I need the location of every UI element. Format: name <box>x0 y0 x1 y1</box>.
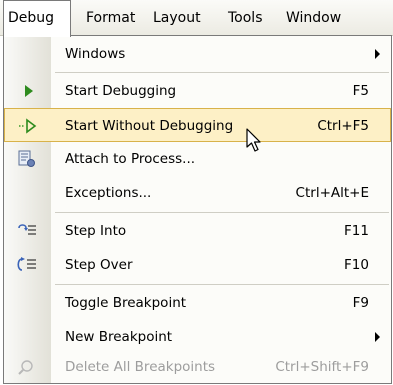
menu-item-start-without-debugging[interactable]: Start Without Debugging Ctrl+F5 <box>4 108 391 142</box>
menu-item-step-into[interactable]: Step Into F11 <box>4 214 391 248</box>
menu-tools[interactable]: Tools <box>228 0 263 36</box>
menu-item-label: Toggle Breakpoint <box>65 295 187 311</box>
menu-separator <box>55 284 389 285</box>
menu-item-shortcut: F9 <box>352 295 369 311</box>
play-icon <box>25 85 33 97</box>
menu-item-label: Delete All Breakpoints <box>65 359 216 375</box>
menu-item-shortcut: F5 <box>352 83 369 99</box>
menu-item-new-breakpoint[interactable]: New Breakpoint <box>4 320 391 354</box>
menu-item-delete-all-breakpoints: Delete All Breakpoints Ctrl+Shift+F9 <box>4 350 391 384</box>
menu-separator <box>55 212 389 213</box>
menu-format[interactable]: Format <box>86 0 135 36</box>
menu-item-shortcut: Ctrl+Alt+E <box>295 185 369 201</box>
menu-debug[interactable]: Debug <box>3 0 71 37</box>
debug-menu-dropdown: Windows Start Debugging F5 Start Without… <box>3 35 392 384</box>
menu-separator <box>55 72 389 73</box>
attach-process-icon <box>18 150 35 167</box>
menu-layout[interactable]: Layout <box>153 0 201 36</box>
menu-item-start-debugging[interactable]: Start Debugging F5 <box>4 74 391 108</box>
menu-item-step-over[interactable]: Step Over F10 <box>4 248 391 282</box>
menu-item-label: Start Debugging <box>65 83 177 99</box>
menu-item-label: Windows <box>65 46 126 62</box>
submenu-arrow-icon <box>375 49 380 59</box>
menu-item-shortcut: Ctrl+F5 <box>317 118 369 134</box>
mouse-pointer-icon <box>246 128 261 152</box>
play-outline-icon <box>19 118 37 134</box>
menu-item-label: Exceptions... <box>65 185 152 201</box>
menu-item-shortcut: F10 <box>344 257 369 273</box>
step-over-icon <box>17 257 36 271</box>
menu-item-shortcut: Ctrl+Shift+F9 <box>275 359 369 375</box>
menu-item-windows[interactable]: Windows <box>4 37 391 71</box>
menu-item-label: Step Over <box>65 257 133 273</box>
menu-item-label: Attach to Process... <box>65 151 196 167</box>
menu-bar: Debug Format Layout Tools Window <box>0 0 393 37</box>
menu-item-toggle-breakpoint[interactable]: Toggle Breakpoint F9 <box>4 286 391 320</box>
menu-item-shortcut: F11 <box>344 223 369 239</box>
step-into-icon <box>18 224 36 235</box>
menu-item-label: New Breakpoint <box>65 329 173 345</box>
delete-breakpoints-icon <box>18 360 33 375</box>
submenu-arrow-icon <box>375 332 380 342</box>
menu-window[interactable]: Window <box>286 0 341 36</box>
menu-item-label: Step Into <box>65 223 127 239</box>
menu-item-exceptions[interactable]: Exceptions... Ctrl+Alt+E <box>4 176 391 210</box>
menu-item-label: Start Without Debugging <box>65 118 234 134</box>
menu-item-attach-to-process[interactable]: Attach to Process... <box>4 142 391 176</box>
